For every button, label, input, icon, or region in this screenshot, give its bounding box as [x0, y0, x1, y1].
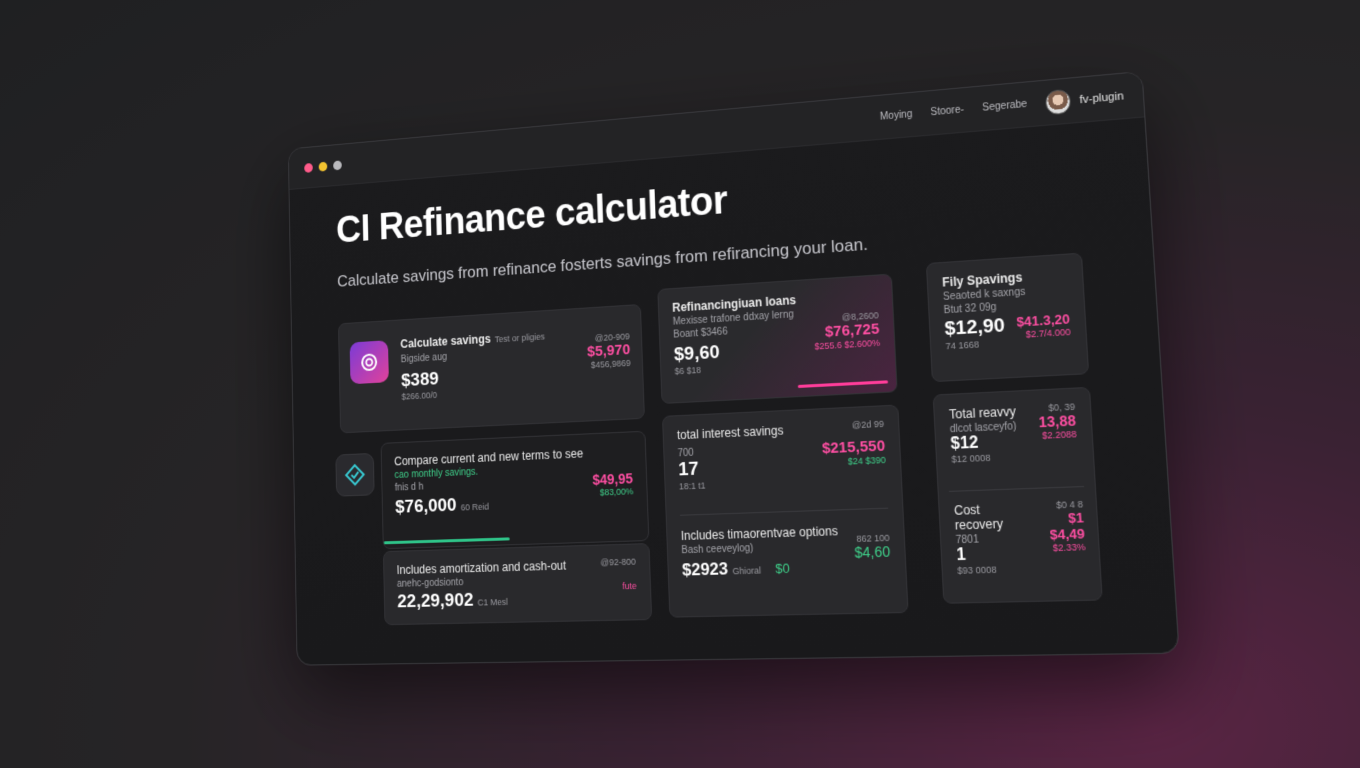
cost-value: 1: [956, 546, 967, 565]
cost-r2: $2.33%: [1052, 541, 1086, 554]
includes-r2: $4,60: [854, 543, 891, 561]
calculate-savings-card[interactable]: Calculate savings Test or pligies Bigsid…: [338, 303, 645, 434]
card-foot: 74 1668: [945, 339, 980, 352]
app-window: Moying Stoore- Segerabe fv-plugin CI Ref…: [287, 70, 1180, 666]
stage: Moying Stoore- Segerabe fv-plugin CI Ref…: [0, 0, 1360, 768]
card-r2: fute: [622, 580, 637, 592]
includes-sub: Bash ceeveylog): [681, 542, 754, 557]
card-r1: @92-800: [600, 556, 636, 568]
card-r2: $2.7/4.000: [1025, 326, 1071, 340]
card-r2: 13,88: [1038, 411, 1077, 431]
card-tag: Test or pligies: [494, 331, 546, 345]
nav-item-1[interactable]: Moying: [880, 109, 913, 123]
card-value: $76,000: [394, 495, 457, 518]
gear-gradient-icon: [349, 340, 389, 385]
progress-bar: [383, 537, 510, 545]
includes-value: $2923: [681, 559, 729, 580]
avatar: [1045, 88, 1072, 115]
card-foot: $12 0008: [951, 452, 991, 465]
maximize-dot[interactable]: [333, 159, 342, 170]
card-grid: Calculate savings Test or pligies Bigsid…: [291, 248, 1176, 629]
card-tag: C1 Mesl: [477, 596, 508, 608]
card-r3: $2.2088: [1041, 428, 1077, 441]
minimize-dot[interactable]: [318, 161, 328, 172]
cost-r1: $1 $4,49: [1049, 509, 1086, 543]
amortization-card[interactable]: Includes amortization and cash-out anehc…: [382, 543, 653, 626]
card-r1: @2d 99: [851, 418, 885, 431]
nav-item-3[interactable]: Segerabe: [982, 99, 1027, 114]
card-divider: [680, 507, 889, 516]
diamond-check-icon: [335, 452, 375, 497]
compare-terms-card[interactable]: Compare current and new terms to see cao…: [380, 430, 650, 550]
includes-tag: Ghioral: [732, 565, 762, 577]
card-label: Total reavvy: [948, 404, 1017, 422]
card-label: total interest savings: [676, 423, 784, 443]
includes-mid: $0: [774, 560, 790, 577]
interest-savings-card[interactable]: total interest savings 700 17 18:1 t1 @2…: [661, 404, 909, 618]
card-divider: [948, 485, 1085, 492]
total-recovery-card[interactable]: Total reavvy dlcot lasceyfo) $12 $12 000…: [932, 386, 1103, 604]
card-r2: $83,00%: [599, 486, 634, 498]
card-r3: $456,9869: [590, 357, 631, 371]
user-menu[interactable]: fv-plugin: [1045, 83, 1124, 115]
nav-item-2[interactable]: Stoore-: [930, 104, 964, 118]
refinancing-card[interactable]: Refinancingiuan loans Mexisse trafone dd…: [657, 273, 898, 404]
user-name: fv-plugin: [1079, 89, 1124, 106]
card-label: Calculate savings: [400, 331, 491, 351]
cost-foot: $93 0008: [957, 564, 997, 576]
progress-bar: [797, 380, 889, 389]
cost-label: Cost recovery: [953, 502, 1004, 533]
card-value: $12,90: [944, 314, 1006, 341]
card-r1: $49,95: [592, 470, 634, 488]
fily-savings-card[interactable]: Fily Spavings Seaoted k saxngs Btut 32 0…: [925, 252, 1090, 383]
card-tag: 60 Reid: [460, 501, 489, 513]
card-value: 22,29,902: [397, 589, 474, 613]
close-dot[interactable]: [304, 162, 313, 173]
